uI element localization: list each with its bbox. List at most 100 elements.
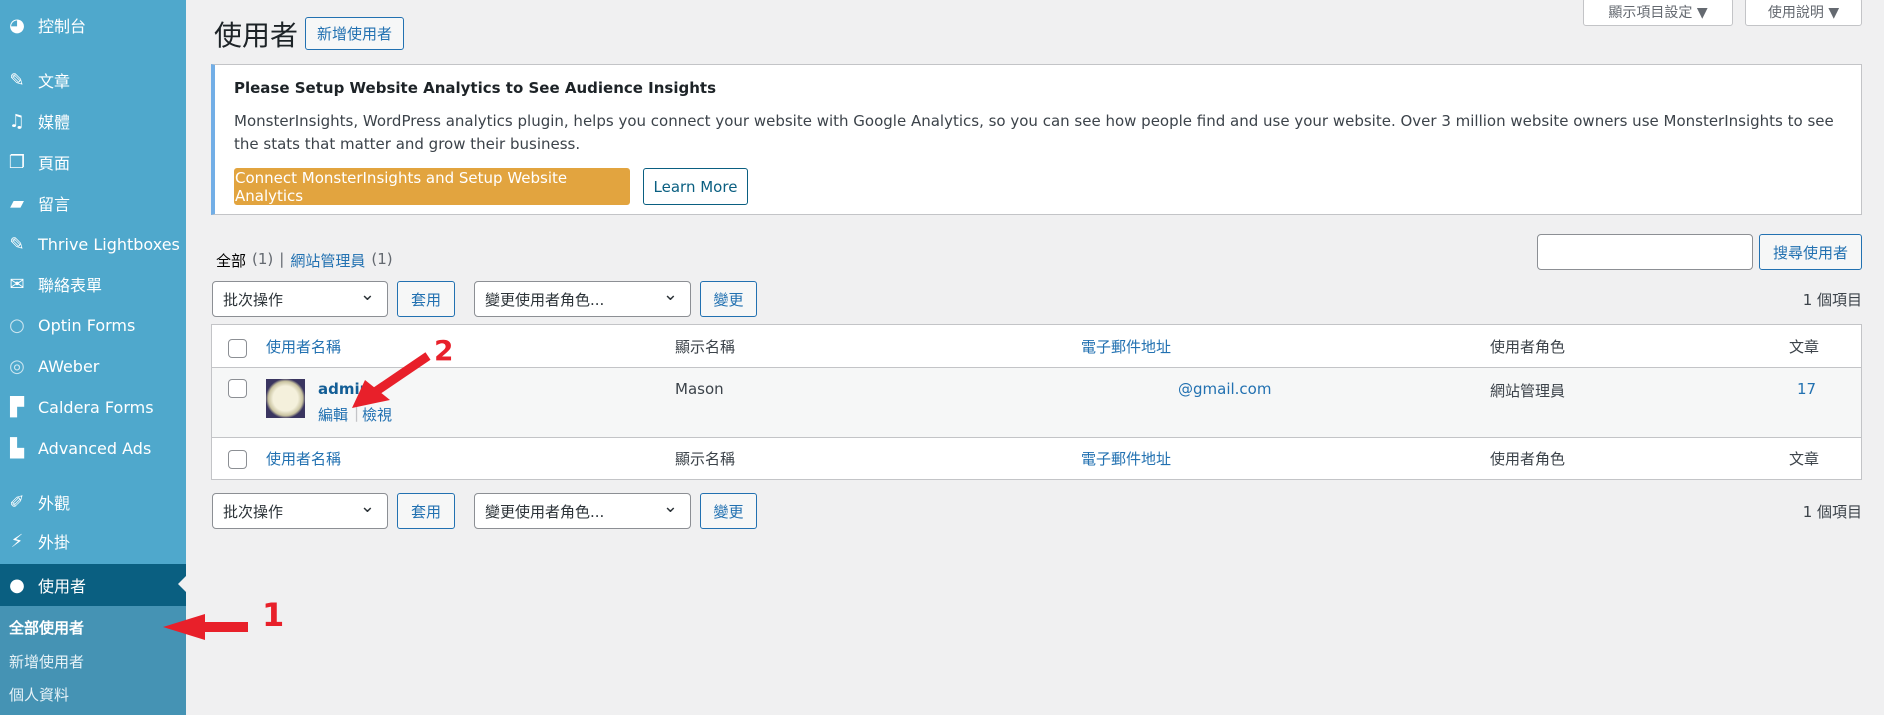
pin-icon: ✎	[9, 233, 25, 255]
annotation-arrow-2	[352, 352, 431, 408]
pages-icon: ❐	[8, 151, 26, 173]
annotation-arrow-1-head	[163, 614, 205, 640]
email-link[interactable]: @gmail.com	[1178, 380, 1271, 398]
sidebar-item-comments[interactable]: ▰ 留言	[0, 183, 186, 223]
table-header: 使用者名稱 顯示名稱 電子郵件地址 使用者角色 文章	[212, 325, 1861, 368]
caldera-icon: ▛	[10, 396, 24, 418]
select-all-checkbox-bottom[interactable]	[228, 450, 247, 469]
user-icon: ●	[9, 574, 25, 596]
circle-icon: ○	[9, 314, 25, 336]
column-email[interactable]: 電子郵件地址	[1081, 336, 1171, 357]
screen-options-button[interactable]: 顯示項目設定 ▼	[1583, 0, 1733, 26]
change-role-select-top[interactable]: 變更使用者角色...	[474, 281, 691, 317]
sidebar-item-users[interactable]: ● 使用者	[0, 564, 186, 606]
select-all-checkbox[interactable]	[228, 339, 247, 358]
help-button[interactable]: 使用說明 ▼	[1745, 0, 1862, 26]
sidebar-item-appearance[interactable]: ✐ 外觀	[0, 482, 186, 522]
column-display-name: 顯示名稱	[675, 338, 736, 356]
sidebar-item-thrive-lightboxes[interactable]: ✎ Thrive Lightboxes	[0, 224, 186, 264]
filter-all[interactable]: 全部	[216, 250, 246, 271]
search-users-button[interactable]: 搜尋使用者	[1759, 234, 1862, 270]
row-checkbox[interactable]	[228, 379, 247, 398]
change-role-button-bottom[interactable]: 變更	[700, 493, 757, 529]
search-users-input[interactable]	[1537, 234, 1753, 270]
sidebar-item-dashboard[interactable]: ◕ 控制台	[0, 5, 186, 45]
item-count-bottom: 1 個項目	[1802, 503, 1862, 521]
connect-monsterinsights-button[interactable]: Connect MonsterInsights and Setup Websit…	[234, 168, 630, 205]
sidebar-item-label: AWeber	[38, 356, 100, 376]
sidebar-item-aweber[interactable]: ◎ AWeber	[0, 346, 186, 386]
annotation-label-1: 1	[262, 596, 285, 634]
column-username[interactable]: 使用者名稱	[266, 448, 341, 469]
sidebar-item-label: Advanced Ads	[38, 438, 152, 458]
column-posts: 文章	[1789, 450, 1820, 468]
analytics-notice: Please Setup Website Analytics to See Au…	[211, 64, 1862, 215]
column-email[interactable]: 電子郵件地址	[1081, 448, 1171, 469]
column-role: 使用者角色	[1490, 450, 1566, 468]
sidebar-item-caldera-forms[interactable]: ▛ Caldera Forms	[0, 387, 186, 427]
sidebar-item-label: 外觀	[38, 494, 71, 513]
sidebar-item-label: Thrive Lightboxes	[38, 234, 180, 254]
sidebar-item-label: Caldera Forms	[38, 397, 154, 417]
sidebar-item-advanced-ads[interactable]: ▙ Advanced Ads	[0, 428, 186, 468]
aweber-icon: ◎	[9, 355, 25, 377]
sidebar-item-optin-forms[interactable]: ○ Optin Forms	[0, 305, 186, 345]
sidebar-item-label: Optin Forms	[38, 315, 136, 335]
comment-icon: ▰	[10, 192, 24, 214]
brush-icon: ✐	[9, 491, 25, 513]
ads-icon: ▙	[10, 437, 24, 459]
annotation-label-2: 2	[434, 334, 454, 367]
filter-admin-count: (1)	[371, 250, 393, 268]
dashboard-icon: ◕	[9, 14, 25, 36]
sidebar-item-label: 文章	[38, 72, 71, 91]
submenu-add-user[interactable]: 新增使用者	[9, 651, 84, 672]
users-table: 使用者名稱 顯示名稱 電子郵件地址 使用者角色 文章 admin 編輯 | 檢視…	[211, 324, 1862, 480]
item-count-top: 1 個項目	[1802, 291, 1862, 309]
change-role-select-bottom[interactable]: 變更使用者角色...	[474, 493, 691, 529]
column-role: 使用者角色	[1490, 338, 1566, 356]
column-username[interactable]: 使用者名稱	[266, 336, 341, 357]
users-submenu: 全部使用者 新增使用者 個人資料	[0, 606, 186, 715]
filter-administrator[interactable]: 網站管理員	[290, 250, 365, 271]
sidebar-item-contact-forms[interactable]: ✉ 聯絡表單	[0, 264, 186, 304]
filter-all-count: (1)	[252, 250, 274, 268]
sidebar-item-plugins[interactable]: ⚡ 外掛	[0, 521, 186, 561]
sidebar-item-label: 控制台	[38, 17, 87, 36]
sidebar-item-label: 留言	[38, 195, 71, 214]
submenu-profile[interactable]: 個人資料	[9, 684, 69, 705]
plugin-icon: ⚡	[10, 530, 24, 552]
table-row: admin 編輯 | 檢視 Mason @gmail.com 網站管理員 17	[212, 368, 1861, 438]
column-display-name: 顯示名稱	[675, 450, 736, 468]
bulk-action-select-top[interactable]: 批次操作	[212, 281, 388, 317]
annotation-arrow-1	[204, 622, 248, 632]
avatar	[266, 379, 305, 418]
notice-title: Please Setup Website Analytics to See Au…	[234, 79, 716, 97]
sidebar-item-label: 使用者	[38, 577, 87, 596]
display-name: Mason	[675, 380, 724, 398]
pin-icon: ✎	[9, 69, 25, 91]
sidebar-item-media[interactable]: ♫ 媒體	[0, 101, 186, 141]
posts-count-link[interactable]: 17	[1797, 380, 1816, 398]
mail-icon: ✉	[9, 273, 25, 295]
filter-separator: |	[279, 250, 285, 268]
add-new-user-button[interactable]: 新增使用者	[305, 17, 404, 50]
column-posts: 文章	[1789, 338, 1820, 356]
apply-button-bottom[interactable]: 套用	[397, 493, 455, 529]
sidebar-item-label: 聯絡表單	[38, 276, 103, 295]
submenu-all-users[interactable]: 全部使用者	[9, 617, 84, 638]
user-role-filters: 全部 (1) | 網站管理員 (1)	[216, 250, 393, 271]
learn-more-button[interactable]: Learn More	[643, 168, 748, 205]
sidebar-item-label: 媒體	[38, 113, 71, 132]
table-footer: 使用者名稱 顯示名稱 電子郵件地址 使用者角色 文章	[212, 438, 1861, 481]
sidebar-item-posts[interactable]: ✎ 文章	[0, 60, 186, 100]
notice-text: MonsterInsights, WordPress analytics plu…	[234, 112, 1834, 153]
page-title: 使用者	[214, 19, 299, 52]
sidebar-item-label: 頁面	[38, 154, 71, 173]
apply-button-top[interactable]: 套用	[397, 281, 455, 317]
user-role: 網站管理員	[1490, 382, 1566, 400]
sidebar-item-pages[interactable]: ❐ 頁面	[0, 142, 186, 182]
change-role-button-top[interactable]: 變更	[700, 281, 757, 317]
media-icon: ♫	[8, 110, 26, 132]
bulk-action-select-bottom[interactable]: 批次操作	[212, 493, 388, 529]
sidebar-item-label: 外掛	[38, 533, 71, 552]
